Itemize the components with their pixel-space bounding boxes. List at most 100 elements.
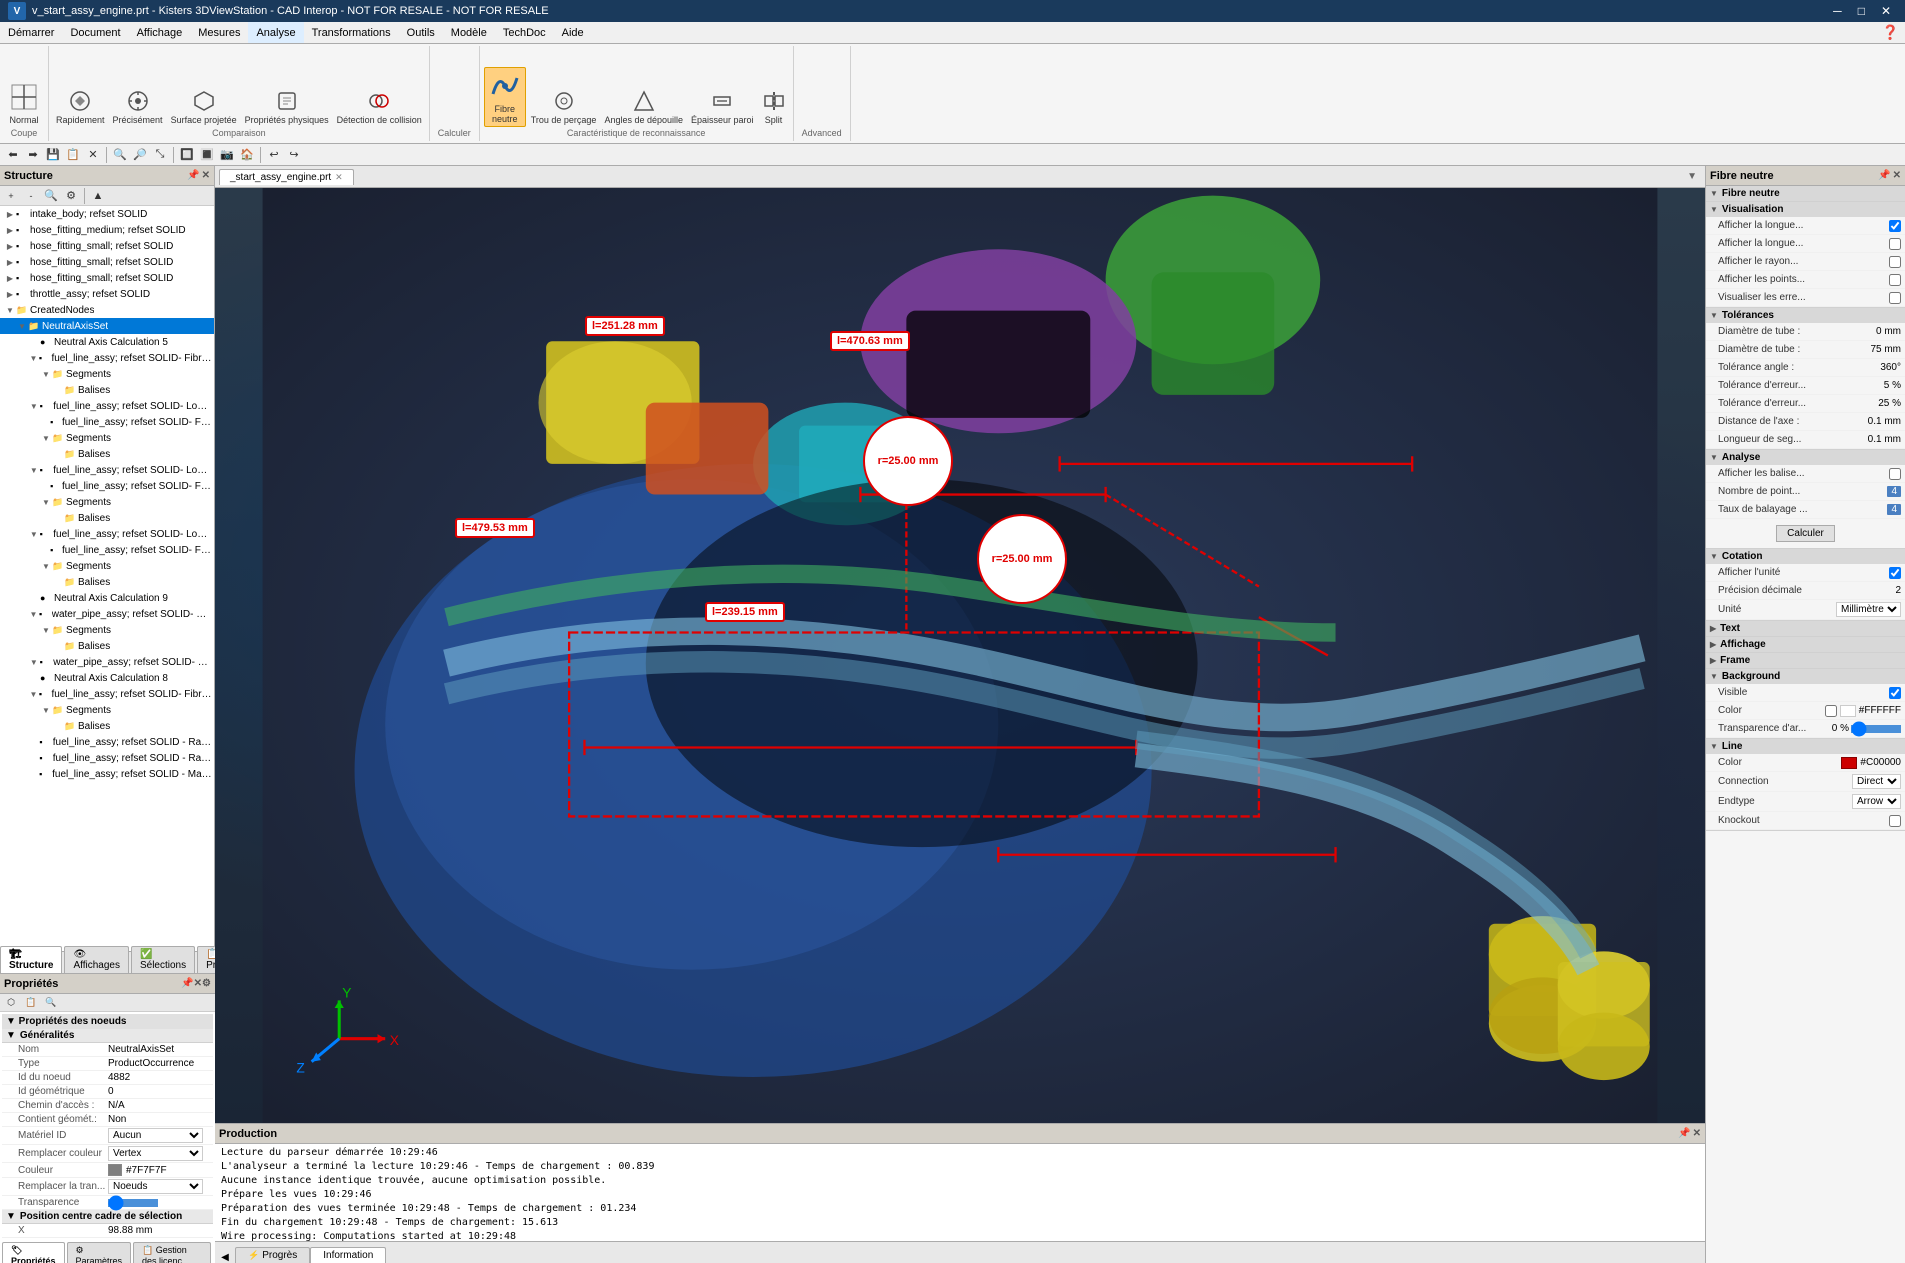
tree-item-27[interactable]: 📁 Balises: [0, 638, 214, 654]
production-close-icon[interactable]: ✕: [1693, 1128, 1701, 1139]
maximize-button[interactable]: □: [1852, 4, 1871, 18]
prop-panel-icons[interactable]: 📌✕⚙: [181, 978, 211, 989]
couleur-swatch[interactable]: [108, 1164, 122, 1176]
prod-tab-progres[interactable]: ⚡Progrès: [235, 1247, 310, 1263]
fn-unite-cb[interactable]: [1889, 567, 1901, 579]
fn-knockout-cb[interactable]: [1889, 815, 1901, 827]
tree-item-8[interactable]: ● Neutral Axis Calculation 5: [0, 334, 214, 350]
fn-line-header[interactable]: ▼ Line: [1706, 739, 1905, 754]
fn-visu-cb1[interactable]: [1889, 220, 1901, 232]
tree-item-10[interactable]: ▼ 📁 Segments: [0, 366, 214, 382]
prop-position-header[interactable]: ▼ Position centre cadre de sélection: [2, 1210, 213, 1224]
tool-trou-percage[interactable]: Trou de perçage: [528, 88, 600, 127]
tb2-btn-zoom-in[interactable]: 🔍: [111, 146, 129, 164]
tree-item-24[interactable]: ● Neutral Axis Calculation 9: [0, 590, 214, 606]
fn-tolerances-header[interactable]: ▼ Tolérances: [1706, 308, 1905, 323]
panel-close-icon[interactable]: ✕: [202, 170, 210, 181]
viewport-tab-close[interactable]: ✕: [335, 172, 343, 183]
fn-connection-select[interactable]: Direct: [1852, 774, 1901, 789]
prod-scroll-left[interactable]: ◀: [215, 1252, 235, 1263]
menu-demarrer[interactable]: Démarrer: [0, 22, 62, 43]
fn-affichage-header[interactable]: ▶ Affichage: [1706, 637, 1905, 652]
fn-analyse-header[interactable]: ▼ Analyse: [1706, 450, 1905, 465]
viewport-dropdown[interactable]: ▼: [1683, 171, 1701, 182]
tree-item-5[interactable]: ▶ ▪ throttle_assy; refset SOLID: [0, 286, 214, 302]
menu-mesures[interactable]: Mesures: [190, 22, 248, 43]
menu-outils[interactable]: Outils: [399, 22, 443, 43]
help-icon[interactable]: ❓: [1876, 24, 1905, 41]
tree-item-1[interactable]: ▶ ▪ hose_fitting_medium; refset SOLID: [0, 222, 214, 238]
menu-affichage[interactable]: Affichage: [129, 22, 191, 43]
prop-btn2[interactable]: 📋: [22, 994, 40, 1012]
tree-search[interactable]: 🔍: [42, 187, 60, 205]
fn-frame-header[interactable]: ▶ Frame: [1706, 653, 1905, 668]
prop-remplacer-select[interactable]: Vertex: [108, 1146, 203, 1161]
tree-item-34[interactable]: ▪ fuel_line_assy; refset SOLID - Rayo...: [0, 750, 214, 766]
tree-collapse-all[interactable]: -: [22, 187, 40, 205]
tree-item-3[interactable]: ▶ ▪ hose_fitting_small; refset SOLID: [0, 254, 214, 270]
canvas-area[interactable]: X Y Z l=251.28 mm l=470.63 mm r=25.00 mm…: [215, 188, 1705, 1123]
tool-normal[interactable]: Normal: [4, 79, 44, 127]
fn-balise-cb[interactable]: [1889, 468, 1901, 480]
tree-item-16[interactable]: ▼ ▪ fuel_line_assy; refset SOLID- Long..…: [0, 462, 214, 478]
tool-surface-proj[interactable]: Surface projetée: [168, 88, 240, 127]
menu-techdoc[interactable]: TechDoc: [495, 22, 554, 43]
close-button[interactable]: ✕: [1875, 4, 1897, 18]
transparence-slider[interactable]: [108, 1199, 158, 1207]
tool-detection-coll[interactable]: Détection de collision: [334, 88, 425, 127]
tree-item-19[interactable]: 📁 Balises: [0, 510, 214, 526]
tb2-btn-fit[interactable]: ⤡: [151, 146, 169, 164]
viewport-tab[interactable]: _start_assy_engine.prt ✕: [219, 169, 354, 185]
tb2-btn-save[interactable]: 💾: [44, 146, 62, 164]
tree-item-25[interactable]: ▼ ▪ water_pipe_assy; refset SOLID- Fibre…: [0, 606, 214, 622]
menu-aide[interactable]: Aide: [554, 22, 592, 43]
tb2-btn-2[interactable]: ➡: [24, 146, 42, 164]
tb2-btn-1[interactable]: ⬅: [4, 146, 22, 164]
tb2-btn-home[interactable]: 🏠: [238, 146, 256, 164]
tab-proprietes[interactable]: 🏷 Propriétés: [2, 1242, 65, 1263]
tree-item-7[interactable]: ▼ 📁 NeutralAxisSet: [0, 318, 214, 334]
fn-bg-visible-cb[interactable]: [1889, 687, 1901, 699]
tree-item-14[interactable]: ▼ 📁 Segments: [0, 430, 214, 446]
fn-visu-cb4[interactable]: [1889, 274, 1901, 286]
fn-line-color-swatch[interactable]: [1841, 757, 1857, 769]
tree-item-30[interactable]: ▼ ▪ fuel_line_assy; refset SOLID- Fibre …: [0, 686, 214, 702]
tree-item-6[interactable]: ▼ 📁 CreatedNodes: [0, 302, 214, 318]
menu-analyse[interactable]: Analyse: [248, 22, 303, 43]
fn-bg-header[interactable]: ▼ Background: [1706, 669, 1905, 684]
production-pin-icon[interactable]: 📌: [1678, 1128, 1690, 1139]
fn-calculer-button[interactable]: Calculer: [1776, 525, 1835, 542]
tree-filter[interactable]: ⚙: [62, 187, 80, 205]
tree-item-9[interactable]: ▼ ▪ fuel_line_assy; refset SOLID- Fibre …: [0, 350, 214, 366]
fn-pin-icon[interactable]: 📌: [1878, 170, 1890, 181]
fn-visu-cb5[interactable]: [1889, 292, 1901, 304]
fn-unite-select[interactable]: Millimètre: [1836, 602, 1901, 617]
fn-bg-trans-slider[interactable]: [1851, 725, 1901, 733]
tb2-btn-select[interactable]: 🔲: [178, 146, 196, 164]
tool-angles-depouille[interactable]: Angles de dépouille: [601, 88, 686, 127]
tree-item-32[interactable]: 📁 Balises: [0, 718, 214, 734]
fn-visu-header[interactable]: ▼ Visualisation: [1706, 202, 1905, 217]
tool-epaisseur-paroi[interactable]: Épaisseur paroi: [688, 88, 757, 127]
tree-item-11[interactable]: 📁 Balises: [0, 382, 214, 398]
prop-main-section[interactable]: ▼ Propriétés des noeuds: [2, 1014, 213, 1029]
tree-item-0[interactable]: ▶ ▪ intake_body; refset SOLID: [0, 206, 214, 222]
tree-item-21[interactable]: ▪ fuel_line_assy; refset SOLID- Fibre ne…: [0, 542, 214, 558]
fn-visu-cb2[interactable]: [1889, 238, 1901, 250]
tb2-btn-undo[interactable]: ↩: [265, 146, 283, 164]
fn-cotation-header[interactable]: ▼ Cotation: [1706, 549, 1905, 564]
tree-item-23[interactable]: 📁 Balises: [0, 574, 214, 590]
tool-rapidement[interactable]: Rapidement: [53, 88, 108, 127]
prop-generalites-header[interactable]: ▼ Généralités: [2, 1029, 213, 1043]
menu-modele[interactable]: Modèle: [443, 22, 495, 43]
tab-affichages[interactable]: 👁 Affichages: [64, 946, 129, 973]
tree-item-17[interactable]: ▪ fuel_line_assy; refset SOLID- Fibre ne…: [0, 478, 214, 494]
tree-item-4[interactable]: ▶ ▪ hose_fitting_small; refset SOLID: [0, 270, 214, 286]
prop-trans-select[interactable]: Noeuds: [108, 1179, 203, 1194]
minimize-button[interactable]: ─: [1827, 4, 1848, 18]
tb2-btn-copy[interactable]: 📋: [64, 146, 82, 164]
fn-bg-color-cb[interactable]: [1825, 705, 1837, 717]
tb2-btn-redo[interactable]: ↪: [285, 146, 303, 164]
tree-item-33[interactable]: ▪ fuel_line_assy; refset SOLID - Rayo...: [0, 734, 214, 750]
fn-visu-cb3[interactable]: [1889, 256, 1901, 268]
